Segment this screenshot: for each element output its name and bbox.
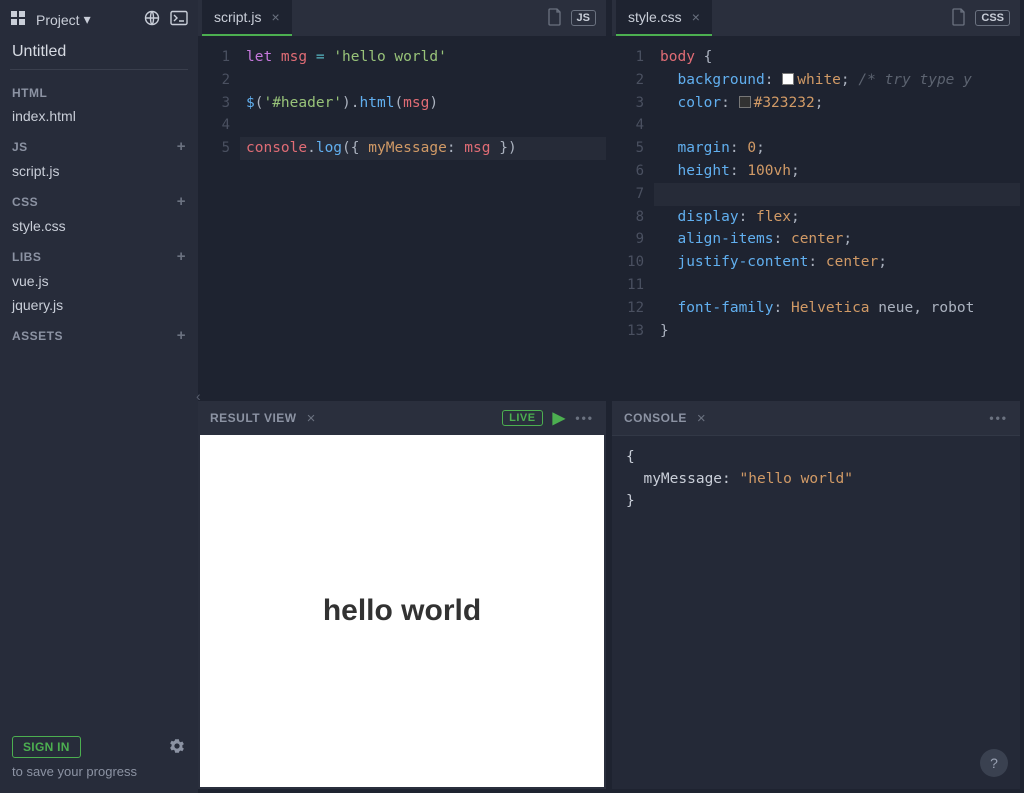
project-menu[interactable]: Project ▾ (36, 11, 91, 28)
globe-icon[interactable] (144, 10, 160, 29)
add-file-icon[interactable]: + (177, 327, 186, 344)
signin-button[interactable]: SIGN IN (12, 736, 81, 758)
result-header: RESULT VIEW × LIVE ▶ ••• (198, 401, 606, 435)
topbar: Project ▾ (0, 6, 198, 37)
apps-icon[interactable] (10, 10, 26, 29)
file-icon[interactable] (951, 8, 967, 29)
collapse-handle-icon[interactable]: ‹ (196, 388, 201, 404)
code-editor-css[interactable]: 12345678910111213 body { background: whi… (612, 36, 1020, 395)
section-head-html: HTML (0, 76, 198, 104)
editor-pane-js: script.js × JS 12345 let msg = 'hello wo… (198, 0, 606, 395)
signin-hint: to save your progress (12, 764, 186, 779)
sidebar: Project ▾ Untitled HTML index.html JS + scri… (0, 0, 198, 793)
file-item[interactable]: script.js (0, 159, 198, 183)
tab-label: script.js (214, 9, 261, 25)
close-icon[interactable]: × (692, 9, 700, 25)
section-label: ASSETS (12, 329, 63, 343)
console-label: CONSOLE (624, 411, 687, 425)
tabbar-css: style.css × CSS (612, 0, 1020, 36)
add-file-icon[interactable]: + (177, 193, 186, 210)
section-head-js: JS + (0, 128, 198, 159)
section-label: JS (12, 140, 28, 154)
tab-label: style.css (628, 9, 682, 25)
divider (10, 69, 188, 70)
section-head-assets: ASSETS + (0, 317, 198, 348)
close-icon[interactable]: × (271, 9, 279, 25)
editor-pane-css: style.css × CSS 12345678910111213 body {… (612, 0, 1020, 395)
code-editor-js[interactable]: 12345 let msg = 'hello world'$('#header'… (198, 36, 606, 395)
file-item[interactable]: jquery.js (0, 293, 198, 317)
chevron-down-icon: ▾ (84, 11, 91, 28)
lang-badge-css: CSS (975, 10, 1010, 26)
preview-content: hello world (323, 594, 481, 628)
live-badge[interactable]: LIVE (502, 410, 542, 426)
file-icon[interactable] (547, 8, 563, 29)
section-head-css: CSS + (0, 183, 198, 214)
more-icon[interactable]: ••• (575, 411, 594, 425)
file-item[interactable]: index.html (0, 104, 198, 128)
section-head-libs: LIBS + (0, 238, 198, 269)
tabbar-js: script.js × JS (198, 0, 606, 36)
console-pane: CONSOLE × ••• { myMessage: "hello world"… (612, 401, 1020, 789)
console-line: { (626, 446, 1006, 468)
sidebar-footer: SIGN IN to save your progress (0, 726, 198, 793)
tab-style-css[interactable]: style.css × (616, 0, 712, 36)
file-item[interactable]: style.css (0, 214, 198, 238)
result-label: RESULT VIEW (210, 411, 297, 425)
console-output[interactable]: { myMessage: "hello world" } (612, 435, 1020, 789)
lang-badge-js: JS (571, 10, 596, 26)
workspace: ‹ script.js × JS 12345 let msg = 'hello … (198, 0, 1024, 793)
terminal-icon[interactable] (170, 10, 188, 29)
file-tree: HTMLindex.htmlJS+script.jsCSS+style.cssL… (0, 76, 198, 348)
play-icon[interactable]: ▶ (553, 408, 566, 428)
project-title[interactable]: Untitled (0, 37, 198, 69)
section-label: HTML (12, 86, 47, 100)
tab-script-js[interactable]: script.js × (202, 0, 292, 36)
close-icon[interactable]: × (307, 410, 316, 427)
gear-icon[interactable] (168, 737, 186, 758)
add-file-icon[interactable]: + (177, 248, 186, 265)
file-item[interactable]: vue.js (0, 269, 198, 293)
section-label: CSS (12, 195, 38, 209)
help-button[interactable]: ? (980, 749, 1008, 777)
console-header: CONSOLE × ••• (612, 401, 1020, 435)
project-menu-label: Project (36, 12, 80, 28)
close-icon[interactable]: × (697, 410, 706, 427)
console-line: myMessage: "hello world" (626, 468, 1006, 490)
more-icon[interactable]: ••• (989, 411, 1008, 425)
result-preview[interactable]: hello world (200, 435, 604, 787)
result-pane: RESULT VIEW × LIVE ▶ ••• hello world (198, 401, 606, 789)
section-label: LIBS (12, 250, 41, 264)
add-file-icon[interactable]: + (177, 138, 186, 155)
console-line: } (626, 490, 1006, 512)
